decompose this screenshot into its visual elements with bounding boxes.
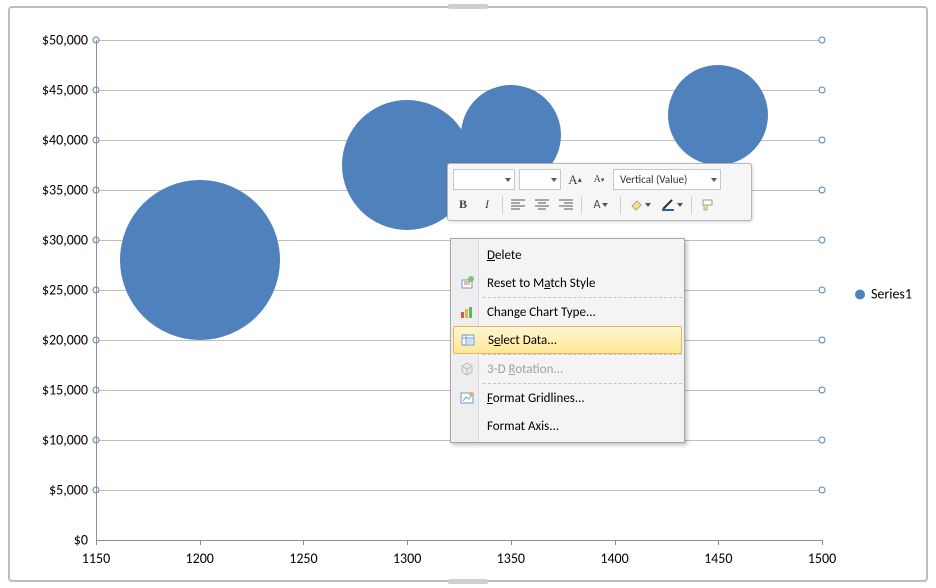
format-painter-icon[interactable] [697,195,717,215]
menu-change-chart-type[interactable]: Change Chart Type... [453,298,682,326]
y-axis-label: $15,000 [42,382,88,399]
menu-3d-rotation: 3-D Rotation... [453,355,682,383]
chart-legend[interactable]: Series1 [855,286,912,303]
italic-button[interactable]: I [477,195,497,215]
fill-color-button[interactable] [626,195,654,215]
grid-marker [819,187,826,194]
data-bubble[interactable] [120,180,280,340]
menu-label: Format Gridlines... [487,391,585,406]
x-axis-label: 1200 [186,550,214,567]
y-axis-label: $20,000 [42,332,88,349]
align-left-icon[interactable] [508,195,528,215]
align-right-icon[interactable] [556,195,576,215]
grid-marker [819,337,826,344]
x-axis-label: 1400 [600,550,628,567]
format-icon [457,388,477,408]
y-axis-line[interactable] [96,40,97,540]
y-axis-label: $30,000 [42,232,88,249]
font-color-button[interactable]: A [587,195,615,215]
menu-format-axis[interactable]: Format Axis... [453,412,682,440]
context-menu: Delete Reset to Match Style Change Chart… [450,238,685,443]
mini-format-toolbar: A▴ A▾ Vertical (Value) B I A [447,163,752,221]
x-axis-label: 1350 [497,550,525,567]
menu-label: 3-D Rotation... [487,362,563,377]
menu-label: Delete [487,248,522,263]
menu-label: Format Axis... [487,419,559,434]
chart-type-icon [457,302,477,322]
x-axis-label: 1500 [808,550,836,567]
menu-format-gridlines[interactable]: Format Gridlines... [453,384,682,412]
menu-label: Change Chart Type... [487,305,596,320]
y-axis-label: $10,000 [42,432,88,449]
x-axis-label: 1450 [704,550,732,567]
legend-marker [855,289,865,299]
x-axis-label: 1150 [82,550,110,567]
grid-marker [819,387,826,394]
bold-button[interactable]: B [453,195,473,215]
y-axis-label: $50,000 [42,32,88,49]
shrink-font-icon[interactable]: A▾ [589,170,609,190]
chart-element-selector[interactable]: Vertical (Value) [613,169,721,190]
chart-element-label: Vertical (Value) [620,173,687,186]
menu-label: Select Data... [488,333,557,348]
outline-color-button[interactable] [658,195,686,215]
grid-marker [819,237,826,244]
font-size-dropdown[interactable] [519,169,561,190]
x-axis-line[interactable] [96,540,822,541]
menu-delete[interactable]: Delete [453,241,682,269]
grid-marker [819,287,826,294]
x-axis-label: 1250 [289,550,317,567]
gridline[interactable] [96,40,822,41]
grid-marker [819,37,826,44]
y-axis-label: $25,000 [42,282,88,299]
select-data-icon [458,330,478,350]
grid-marker [819,137,826,144]
legend-label: Series1 [871,286,912,303]
y-axis-label: $0 [74,532,88,549]
x-axis-label: 1300 [393,550,421,567]
align-center-icon[interactable] [532,195,552,215]
y-axis-label: $40,000 [42,132,88,149]
gridline[interactable] [96,490,822,491]
y-axis-label: $35,000 [42,182,88,199]
menu-reset-match-style[interactable]: Reset to Match Style [453,269,682,297]
y-axis-label: $45,000 [42,82,88,99]
grid-marker [819,487,826,494]
grid-marker [819,87,826,94]
data-bubble[interactable] [668,65,768,165]
menu-label: Reset to Match Style [487,276,595,291]
rotation-icon [457,359,477,379]
grid-marker [819,437,826,444]
font-name-dropdown[interactable] [453,169,515,190]
reset-icon [457,273,477,293]
menu-select-data[interactable]: Select Data... [453,326,682,354]
chart-object-frame[interactable]: Series1 A▴ A▾ Vertical (Value) B I [8,6,928,582]
y-axis-label: $5,000 [49,482,88,499]
grow-font-icon[interactable]: A▴ [565,170,585,190]
